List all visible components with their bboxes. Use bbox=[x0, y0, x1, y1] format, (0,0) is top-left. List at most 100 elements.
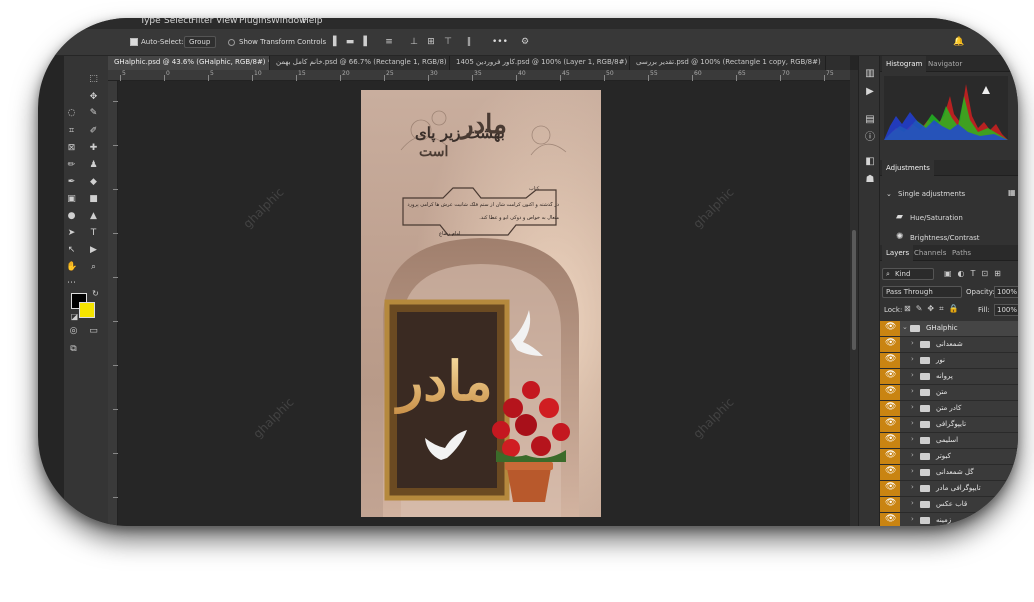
menu-help[interactable]: Help bbox=[302, 18, 323, 27]
eye-icon[interactable]: 👁 bbox=[880, 433, 900, 448]
pen-icon[interactable]: ▲ bbox=[88, 211, 99, 222]
eye-icon[interactable]: 👁 bbox=[880, 417, 900, 432]
info-icon[interactable]: ⓘ bbox=[864, 132, 876, 144]
lock-icons[interactable]: ⊠✎✥⌗🔒 bbox=[904, 304, 964, 314]
shape-icon[interactable]: ↖ bbox=[66, 245, 77, 256]
transform-toggle[interactable] bbox=[228, 39, 235, 46]
scroll-thumb[interactable] bbox=[852, 230, 856, 350]
chevron-right-icon[interactable]: › bbox=[911, 371, 914, 379]
chevron-right-icon[interactable]: › bbox=[911, 403, 914, 411]
move-tool-icon[interactable]: ✥ bbox=[88, 92, 99, 103]
menu-view[interactable]: View bbox=[216, 18, 237, 27]
menu-select[interactable]: Select bbox=[164, 18, 192, 27]
gear-icon[interactable]: ⚙ bbox=[520, 37, 530, 47]
eye-icon[interactable]: 👁 bbox=[880, 385, 900, 400]
blend-mode-dropdown[interactable]: Pass Through bbox=[882, 286, 962, 298]
type-icon[interactable]: T bbox=[88, 228, 99, 239]
align-top-icon[interactable]: ⊥ bbox=[409, 37, 419, 47]
fill-input[interactable]: 100% bbox=[994, 304, 1018, 316]
auto-select-checkbox[interactable] bbox=[130, 38, 138, 46]
distribute-vertical-icon[interactable]: ‖ bbox=[464, 37, 474, 47]
gradient-icon[interactable]: ▣ bbox=[66, 194, 77, 205]
opacity-input[interactable]: 100% bbox=[994, 286, 1018, 298]
adj-hue-saturation[interactable]: Hue/Saturation bbox=[910, 214, 963, 222]
chevron-right-icon[interactable]: › bbox=[911, 483, 914, 491]
crop-icon[interactable]: ⌗ bbox=[66, 126, 77, 137]
chevron-right-icon[interactable]: › bbox=[911, 451, 914, 459]
swap-colors-icon[interactable]: ↻ bbox=[90, 288, 101, 299]
tab-histogram[interactable]: Histogram bbox=[882, 56, 927, 72]
layer-row[interactable]: 👁 › اسلیمی bbox=[880, 433, 1018, 449]
bell-icon[interactable]: 🔔 bbox=[953, 37, 964, 47]
default-colors-icon[interactable]: ◪ bbox=[69, 311, 80, 322]
brush-icon[interactable]: ✏ bbox=[66, 160, 77, 171]
eye-icon[interactable]: 👁 bbox=[880, 465, 900, 480]
grid-view-icon[interactable]: ▦ bbox=[1008, 188, 1016, 197]
menu-plugins[interactable]: Plugins bbox=[239, 18, 271, 27]
chevron-right-icon[interactable]: › bbox=[911, 435, 914, 443]
chevron-right-icon[interactable]: › bbox=[911, 419, 914, 427]
adjustments-icon[interactable]: ◧ bbox=[864, 156, 876, 168]
lasso-icon[interactable]: ◌ bbox=[66, 108, 77, 119]
dodge-icon[interactable]: ● bbox=[66, 211, 77, 222]
align-center-icon[interactable]: ▬ bbox=[345, 37, 355, 47]
chevron-right-icon[interactable]: › bbox=[911, 515, 914, 523]
auto-select-dropdown[interactable]: Group bbox=[184, 36, 216, 48]
chevron-right-icon[interactable]: › bbox=[911, 355, 914, 363]
eye-icon[interactable]: 👁 bbox=[880, 369, 900, 384]
menu-filter[interactable]: Filter bbox=[191, 18, 213, 27]
layer-group-row[interactable]: 👁 ⌄ GHalphic bbox=[880, 321, 1018, 337]
layer-row[interactable]: 👁 › تایپوگرافی bbox=[880, 417, 1018, 433]
layer-row[interactable]: 👁 › گل شمعدانی bbox=[880, 465, 1018, 481]
properties-icon[interactable]: ☗ bbox=[864, 174, 876, 186]
eye-icon[interactable]: 👁 bbox=[880, 497, 900, 512]
menu-type[interactable]: Type bbox=[140, 18, 161, 27]
chevron-right-icon[interactable]: › bbox=[911, 499, 914, 507]
eye-icon[interactable]: 👁 bbox=[880, 481, 900, 496]
distribute-icon[interactable]: ≡ bbox=[384, 37, 394, 47]
tab-channels[interactable]: Channels bbox=[910, 245, 950, 261]
layer-row[interactable]: 👁 › کادر متن bbox=[880, 401, 1018, 417]
chevron-right-icon[interactable]: › bbox=[911, 339, 914, 347]
layer-filter-icons[interactable]: ▣◐T⊡⊞ bbox=[944, 269, 1007, 278]
stamp-icon[interactable]: ♟ bbox=[88, 160, 99, 171]
eye-icon[interactable]: 👁 bbox=[880, 337, 900, 352]
edit-toolbar-icon[interactable]: ⧉ bbox=[68, 344, 79, 355]
eye-icon[interactable]: 👁 bbox=[880, 449, 900, 464]
document-canvas[interactable]: مادر بهشت زیر پای مادر است کتاب در گذشته… bbox=[361, 90, 601, 517]
background-color-swatch[interactable] bbox=[79, 302, 95, 318]
layer-row[interactable]: 👁 › پروانه bbox=[880, 369, 1018, 385]
chevron-right-icon[interactable]: › bbox=[911, 467, 914, 475]
tab-bahman[interactable]: خانم کامل بهمن.psd @ 66.7% (Rectangle 1,… bbox=[270, 56, 450, 70]
eraser-icon[interactable]: ◆ bbox=[88, 177, 99, 188]
zoom-icon[interactable]: ⌕ bbox=[88, 262, 99, 273]
align-bottom-icon[interactable]: ⊤ bbox=[443, 37, 453, 47]
healing-icon[interactable]: ✚ bbox=[88, 143, 99, 154]
chevron-down-icon[interactable]: ⌄ bbox=[902, 323, 908, 331]
chevron-down-icon[interactable]: ⌄ bbox=[886, 190, 892, 198]
play-icon[interactable]: ▶ bbox=[864, 86, 876, 98]
path-select-icon[interactable]: ➤ bbox=[66, 228, 77, 239]
eye-icon[interactable]: 👁 bbox=[880, 321, 900, 336]
hand-icon[interactable]: ✋ bbox=[66, 262, 77, 273]
marquee-icon[interactable]: ⬚ bbox=[88, 74, 99, 85]
frame-icon[interactable]: ⊠ bbox=[66, 143, 77, 154]
quick-select-icon[interactable]: ✎ bbox=[88, 108, 99, 119]
more-tools-icon[interactable]: ⋯ bbox=[66, 278, 77, 289]
histogram-icon[interactable]: ▥ bbox=[864, 68, 876, 80]
tab-taghdir[interactable]: تقدیر بررسی.psd @ 100% (Rectangle 1 copy… bbox=[630, 56, 826, 70]
blur-icon[interactable]: ■ bbox=[88, 194, 99, 205]
eye-icon[interactable]: 👁 bbox=[880, 401, 900, 416]
tab-ghalphic[interactable]: GHalphic.psd @ 43.6% (GHalphic, RGB/8#) … bbox=[108, 56, 270, 70]
direct-select-icon[interactable]: ▶ bbox=[88, 245, 99, 256]
more-options-button[interactable]: ••• bbox=[492, 37, 508, 47]
layer-row[interactable]: 👁 › قاب عکس bbox=[880, 497, 1018, 513]
layer-row[interactable]: 👁 › متن bbox=[880, 385, 1018, 401]
layer-row[interactable]: 👁 › زمینه bbox=[880, 513, 1018, 526]
tab-adjustments[interactable]: Adjustments bbox=[882, 160, 934, 176]
eye-icon[interactable]: 👁 bbox=[880, 353, 900, 368]
history-brush-icon[interactable]: ✒ bbox=[66, 177, 77, 188]
align-left-icon[interactable]: ▐ bbox=[328, 37, 338, 47]
libraries-icon[interactable]: ▤ bbox=[864, 114, 876, 126]
adj-brightness-contrast[interactable]: Brightness/Contrast bbox=[910, 234, 980, 242]
